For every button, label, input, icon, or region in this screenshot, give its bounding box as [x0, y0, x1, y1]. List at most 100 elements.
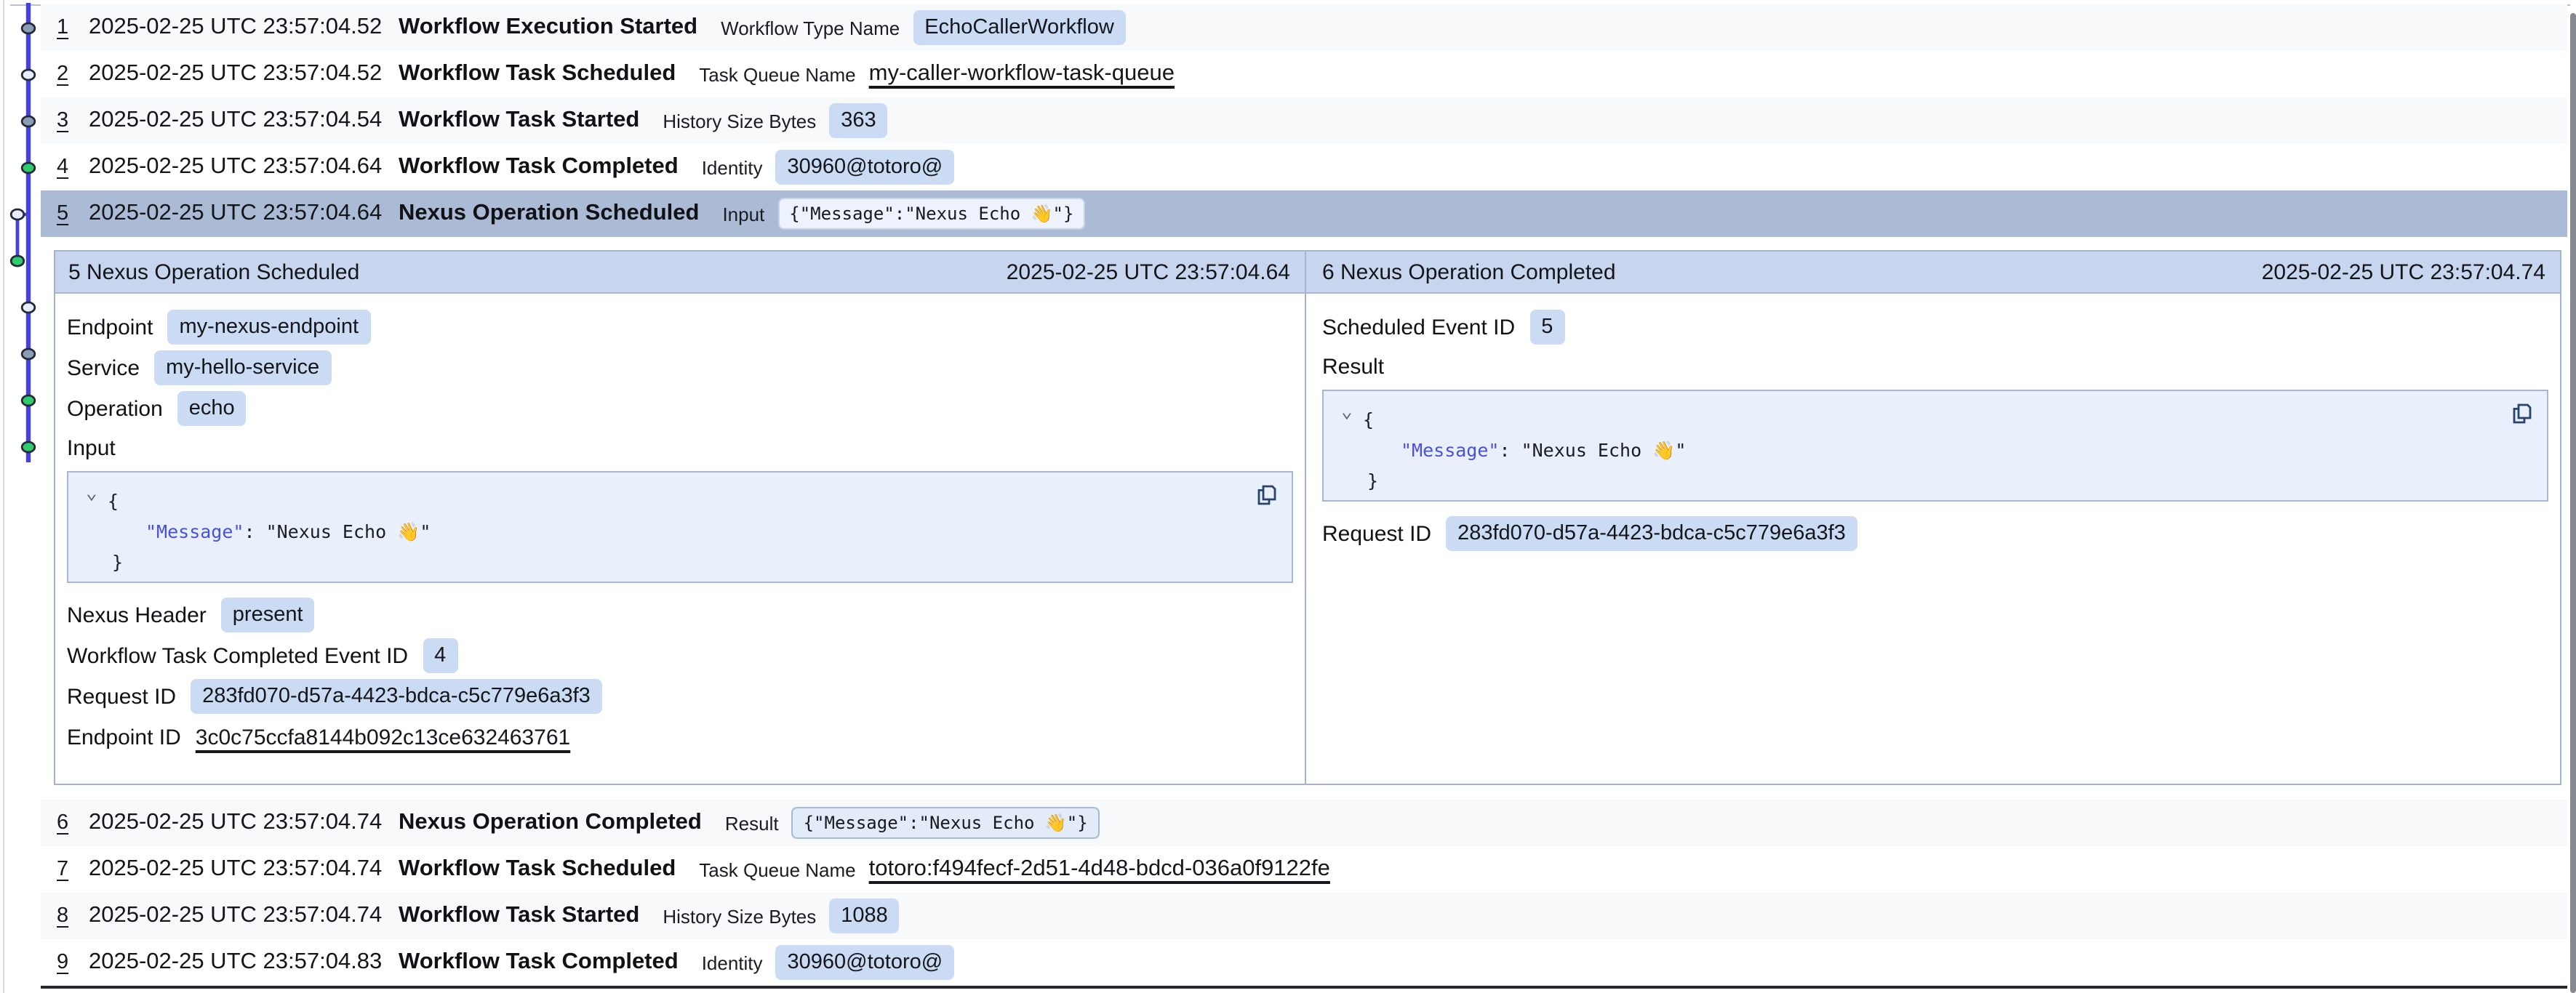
- event-row[interactable]: 22025-02-25 UTC 23:57:04.52Workflow Task…: [41, 51, 2567, 97]
- detail-field-label: Endpoint: [67, 315, 153, 339]
- detail-field-label: Service: [67, 355, 140, 380]
- event-status-dot-green[interactable]: [22, 442, 35, 452]
- event-status-dot-gray[interactable]: [22, 23, 35, 33]
- detail-title: 6 Nexus Operation Completed: [1322, 260, 1616, 284]
- event-name: Nexus Operation Completed: [399, 810, 702, 836]
- event-timestamp: 2025-02-25 UTC 23:57:04.64: [89, 201, 399, 227]
- detail-timestamp: 2025-02-25 UTC 23:57:04.64: [1007, 260, 1290, 284]
- detail-field-value-badge: echo: [177, 391, 247, 426]
- attribute-label: Result: [725, 812, 779, 834]
- detail-field: Endpoint ID 3c0c75ccfa8144b092c13ce632463…: [67, 720, 1293, 755]
- detail-header: 5 Nexus Operation Scheduled 2025-02-25 U…: [55, 252, 1305, 294]
- copy-icon[interactable]: [1257, 484, 1277, 506]
- event-timestamp: 2025-02-25 UTC 23:57:04.74: [89, 856, 399, 883]
- json-payload-block: ⌄ {"Message": "Nexus Echo 👋"}: [67, 471, 1293, 583]
- event-row[interactable]: 62025-02-25 UTC 23:57:04.74Nexus Operati…: [41, 800, 2567, 846]
- detail-field: Scheduled Event ID5: [1322, 310, 2548, 345]
- event-row[interactable]: 52025-02-25 UTC 23:57:04.64Nexus Operati…: [41, 190, 2567, 237]
- event-name: Workflow Task Completed: [399, 154, 679, 180]
- event-name: Workflow Task Completed: [399, 949, 679, 976]
- event-status-dot-green[interactable]: [11, 256, 24, 266]
- detail-field-label: Operation: [67, 396, 163, 421]
- attribute-label: Task Queue Name: [699, 859, 855, 880]
- collapse-chevron-icon[interactable]: ⌄: [1341, 397, 1353, 427]
- event-status-dot-gray[interactable]: [22, 116, 35, 126]
- event-id-link[interactable]: 1: [57, 16, 89, 39]
- detail-field: Request ID283fd070-d57a-4423-bdca-c5c779…: [1322, 516, 2548, 551]
- event-row[interactable]: 42025-02-25 UTC 23:57:04.64Workflow Task…: [41, 144, 2567, 190]
- event-id-link[interactable]: 3: [57, 109, 89, 132]
- event-id-link[interactable]: 8: [57, 904, 89, 928]
- detail-field-label: Result: [1322, 355, 2548, 384]
- event-timestamp: 2025-02-25 UTC 23:57:04.83: [89, 949, 399, 976]
- detail-field-value-link[interactable]: 3c0c75ccfa8144b092c13ce632463761: [196, 725, 570, 749]
- event-status-dot-light[interactable]: [22, 70, 35, 80]
- event-timestamp: 2025-02-25 UTC 23:57:04.74: [89, 903, 399, 929]
- attribute-label: Workflow Type Name: [721, 17, 900, 39]
- detail-body: Endpointmy-nexus-endpointServicemy-hello…: [55, 294, 1305, 755]
- detail-field: Nexus Headerpresent: [67, 598, 1293, 632]
- collapse-chevron-icon[interactable]: ⌄: [86, 478, 97, 509]
- event-row[interactable]: 32025-02-25 UTC 23:57:04.54Workflow Task…: [41, 97, 2567, 144]
- detail-timestamp: 2025-02-25 UTC 23:57:04.74: [2262, 260, 2545, 284]
- event-status-dot-green[interactable]: [22, 395, 35, 406]
- attribute-label: Input: [722, 203, 764, 225]
- detail-field-value-badge: 283fd070-d57a-4423-bdca-c5c779e6a3f3: [1446, 516, 1857, 551]
- event-id-link[interactable]: 9: [57, 951, 89, 974]
- json-key: "Message": [1401, 439, 1499, 461]
- detail-field-label: Workflow Task Completed Event ID: [67, 643, 408, 668]
- attribute-label: History Size Bytes: [663, 905, 816, 927]
- detail-header: 6 Nexus Operation Completed 2025-02-25 U…: [1306, 252, 2560, 294]
- event-name: Workflow Task Started: [399, 108, 639, 134]
- json-line: {: [108, 486, 1274, 516]
- attribute-value-badge: 363: [829, 103, 887, 138]
- attribute-value-link[interactable]: my-caller-workflow-task-queue: [869, 61, 1175, 87]
- event-id-link[interactable]: 6: [57, 811, 89, 835]
- event-timestamp: 2025-02-25 UTC 23:57:04.74: [89, 810, 399, 836]
- event-status-dot-gray[interactable]: [22, 349, 35, 359]
- event-id-link[interactable]: 4: [57, 156, 89, 179]
- vertical-scrollbar-thumb[interactable]: [2570, 13, 2576, 993]
- detail-field: Servicemy-hello-service: [67, 350, 1293, 385]
- json-line: "Message": "Nexus Echo 👋": [108, 516, 1274, 547]
- detail-field-label: Endpoint ID: [67, 725, 181, 749]
- detail-field: Workflow Task Completed Event ID 4: [67, 638, 1293, 673]
- attribute-label: Task Queue Name: [699, 63, 855, 85]
- detail-panel-scheduled: 5 Nexus Operation Scheduled 2025-02-25 U…: [55, 252, 1305, 784]
- event-detail-panels: 5 Nexus Operation Scheduled 2025-02-25 U…: [54, 250, 2561, 785]
- json-line: }: [1363, 465, 2529, 496]
- event-id-link[interactable]: 7: [57, 858, 89, 881]
- event-status-dot-light[interactable]: [11, 209, 24, 220]
- event-row[interactable]: 72025-02-25 UTC 23:57:04.74Workflow Task…: [41, 846, 2567, 893]
- event-history-view: 12025-02-25 UTC 23:57:04.52Workflow Exec…: [0, 0, 2576, 993]
- event-status-dot-light[interactable]: [22, 302, 35, 313]
- event-status-dot-green[interactable]: [22, 163, 35, 173]
- detail-field-value-badge: 4: [423, 638, 457, 673]
- event-name: Workflow Task Scheduled: [399, 856, 676, 883]
- detail-panel-completed: 6 Nexus Operation Completed 2025-02-25 U…: [1305, 252, 2560, 784]
- attribute-label: Identity: [702, 952, 763, 973]
- event-name: Workflow Execution Started: [399, 15, 697, 41]
- copy-icon[interactable]: [2512, 403, 2532, 425]
- detail-field-value-badge: present: [221, 598, 315, 632]
- event-row[interactable]: 12025-02-25 UTC 23:57:04.52Workflow Exec…: [41, 4, 2567, 51]
- json-line: }: [108, 547, 1274, 577]
- event-id-link[interactable]: 2: [57, 63, 89, 86]
- detail-field-label: Request ID: [67, 684, 176, 709]
- event-rows-top: 12025-02-25 UTC 23:57:04.52Workflow Exec…: [41, 4, 2567, 237]
- attribute-value-code-chip: {"Message":"Nexus Echo 👋"}: [777, 198, 1085, 230]
- detail-body: Scheduled Event ID5Result⌄{"Message": "N…: [1306, 294, 2560, 551]
- attribute-value-link[interactable]: totoro:f494fecf-2d51-4d48-bdcd-036a0f912…: [869, 856, 1330, 883]
- event-row[interactable]: 92025-02-25 UTC 23:57:04.83Workflow Task…: [41, 939, 2567, 986]
- json-line: {: [1363, 404, 2529, 435]
- detail-field: Operation echo: [67, 391, 1293, 426]
- detail-field-value-badge: 283fd070-d57a-4423-bdca-c5c779e6a3f3: [191, 679, 602, 714]
- event-rows-bottom: 62025-02-25 UTC 23:57:04.74Nexus Operati…: [41, 800, 2567, 989]
- event-id-link[interactable]: 5: [57, 202, 89, 225]
- event-row[interactable]: 82025-02-25 UTC 23:57:04.74Workflow Task…: [41, 893, 2567, 939]
- json-key: "Message": [145, 520, 244, 542]
- event-timestamp: 2025-02-25 UTC 23:57:04.52: [89, 15, 399, 41]
- detail-field-label: Scheduled Event ID: [1322, 315, 1515, 339]
- event-timeline-graph: [0, 0, 41, 494]
- detail-title: 5 Nexus Operation Scheduled: [68, 260, 359, 284]
